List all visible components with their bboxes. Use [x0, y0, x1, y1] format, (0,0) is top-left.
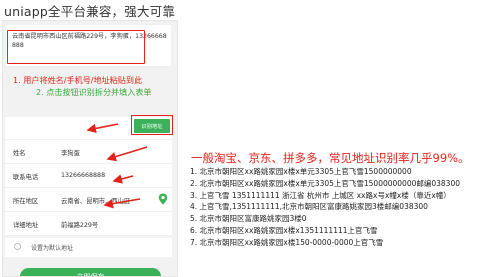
- example-address-list: 1. 北京市朝阳区xx路姚家园x楼x单元3305上官飞雪1500000000 2…: [190, 166, 460, 249]
- form-row-name[interactable]: 姓名 李狗蛋: [5, 140, 172, 164]
- location-pin-icon[interactable]: [158, 193, 168, 205]
- highlight-box-input: [7, 30, 145, 64]
- example-item: 4. 上官飞雪,1351111111,北京市朝阳区富康路姚家园3楼邮编03830…: [190, 202, 428, 212]
- default-address-row[interactable]: 设置为默认地址: [5, 238, 172, 257]
- page-heading: uniapp全平台兼容，强大可靠: [4, 4, 176, 19]
- phone-label: 联系电话: [13, 174, 39, 181]
- name-label: 姓名: [13, 150, 26, 157]
- identify-action-bar: 识别地址: [5, 115, 173, 139]
- form-row-phone[interactable]: 联系电话 13266668888: [5, 164, 172, 188]
- recognition-rate-headline: 一般淘宝、京东、拼多多，常见地址识别率几乎99%。: [191, 151, 470, 165]
- step1-tip: 1. 用户将姓名/手机号/地址粘贴到此: [13, 75, 143, 85]
- example-item: 6. 北京市朝阳区xx路姚家园x楼x1351111111上官飞雪: [190, 225, 378, 235]
- example-item: 1. 北京市朝阳区xx路姚家园x楼x单元3305上官飞雪1500000000: [190, 167, 412, 176]
- region-field[interactable]: 云南省、昆明市、西山区: [61, 196, 130, 205]
- example-item: 2. 北京市朝阳区xx路姚家园x楼x单元3305上官飞雪15000000000邮…: [190, 178, 460, 188]
- form-row-address[interactable]: 详细地址 前福路229号: [5, 212, 172, 236]
- save-button[interactable]: 立即保存: [20, 268, 161, 276]
- name-field[interactable]: 李狗蛋: [61, 148, 80, 157]
- step2-tip: 2. 点击按钮识别拆分并填入表单: [36, 87, 152, 97]
- mobile-screen: 云南省昆明市西山区前福路229号，李狗蛋，13266668888 1. 用户将姓…: [2, 20, 178, 277]
- form-row-region[interactable]: 所在地区 云南省、昆明市、西山区: [5, 188, 172, 212]
- example-item: 7. 北京市朝阳区xx路姚家园x楼150-0000-0000上官飞雪: [190, 237, 384, 247]
- default-address-label: 设置为默认地址: [31, 245, 74, 252]
- example-item: 3. 上官飞雪 1351111111 浙江省 杭州市 上城区 xx路x号x幢x楼…: [190, 190, 451, 200]
- example-item: 5. 北京市朝阳区富康路姚家园3楼0: [190, 214, 307, 224]
- address-label: 详细地址: [13, 222, 39, 229]
- highlight-box-button: [131, 115, 173, 135]
- address-paste-textarea[interactable]: 云南省昆明市西山区前福路229号，李狗蛋，13266668888: [5, 24, 172, 67]
- region-label: 所在地区: [13, 198, 39, 205]
- phone-field[interactable]: 13266668888: [61, 172, 105, 179]
- address-form: 姓名 李狗蛋 联系电话 13266668888 所在地区 云南省、昆明市、西山区…: [5, 140, 172, 236]
- default-address-radio[interactable]: [14, 243, 21, 250]
- address-field[interactable]: 前福路229号: [61, 220, 98, 229]
